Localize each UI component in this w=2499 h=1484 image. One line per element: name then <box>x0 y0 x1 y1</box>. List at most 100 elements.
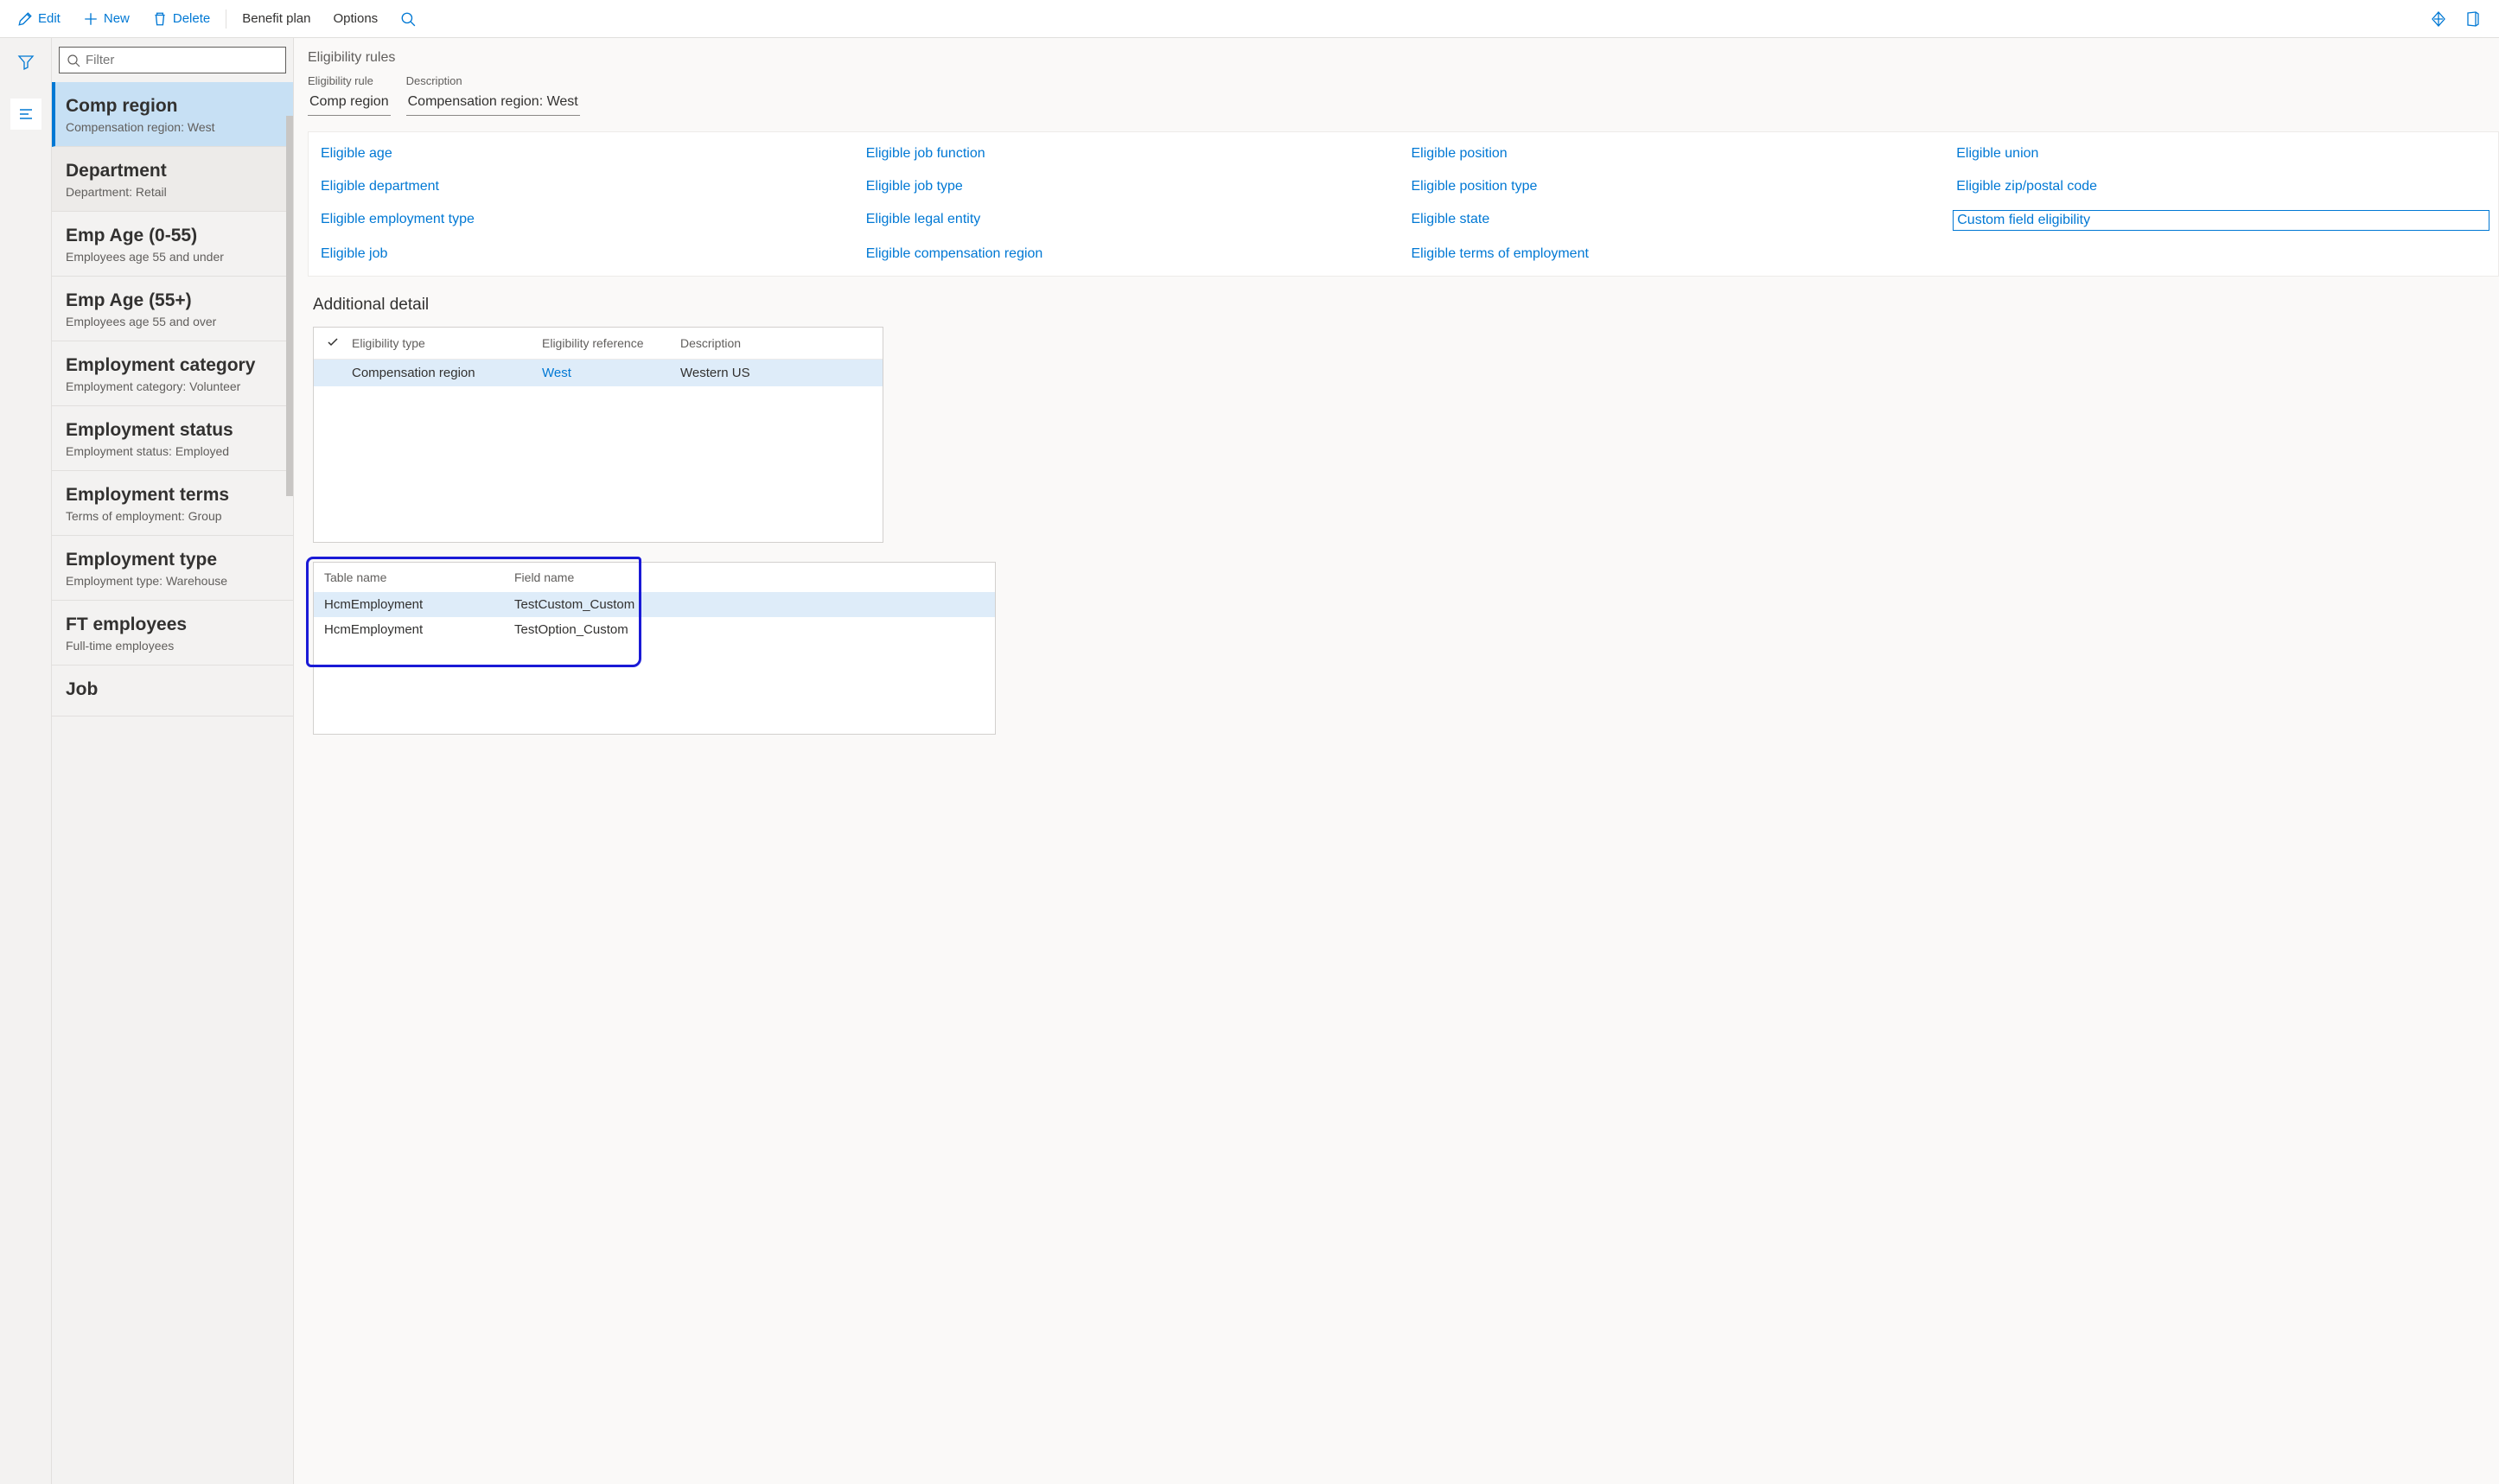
filter-input-container[interactable] <box>59 47 286 73</box>
edit-label: Edit <box>38 11 61 26</box>
eligible-position-type-link[interactable]: Eligible position type <box>1408 177 1945 196</box>
eligible-department-link[interactable]: Eligible department <box>317 177 854 196</box>
grid-header: Eligibility type Eligibility reference D… <box>314 328 883 360</box>
list-item-title: Employment type <box>66 550 279 570</box>
grid-header: Table name Field name <box>314 563 995 592</box>
eligible-position-link[interactable]: Eligible position <box>1408 144 1945 163</box>
list-item[interactable]: Employment category Employment category:… <box>52 341 293 406</box>
list-item-desc: Department: Retail <box>66 185 279 199</box>
eligibility-links-panel: Eligible age Eligible job function Eligi… <box>308 131 2499 277</box>
edit-icon <box>17 11 33 27</box>
list-view-button[interactable] <box>10 99 41 130</box>
new-button[interactable]: New <box>73 6 140 32</box>
list-item-desc: Employment status: Employed <box>66 444 279 458</box>
list-item[interactable]: Emp Age (0-55) Employees age 55 and unde… <box>52 212 293 277</box>
eligible-zip-link[interactable]: Eligible zip/postal code <box>1953 177 2489 196</box>
list-item-title: Department <box>66 161 279 182</box>
eligible-union-link[interactable]: Eligible union <box>1953 144 2489 163</box>
grid-row[interactable]: Compensation region West Western US <box>314 360 883 386</box>
options-button[interactable]: Options <box>322 6 388 31</box>
list-item-desc: Employees age 55 and over <box>66 315 279 328</box>
eligible-age-link[interactable]: Eligible age <box>317 144 854 163</box>
section-title: Eligibility rules <box>304 50 2499 66</box>
additional-detail-heading: Additional detail <box>304 277 2499 327</box>
list-item-desc: Terms of employment: Group <box>66 509 279 523</box>
list-item-desc: Full-time employees <box>66 639 279 653</box>
eligible-job-link[interactable]: Eligible job <box>317 245 854 264</box>
col-field-name[interactable]: Field name <box>514 570 985 584</box>
cell-table-name: HcmEmployment <box>324 622 514 637</box>
list-item-title: Job <box>66 679 279 700</box>
office-icon[interactable] <box>2464 10 2482 28</box>
custom-field-eligibility-link[interactable]: Custom field eligibility <box>1953 210 2489 231</box>
cell-table-name: HcmEmployment <box>324 597 514 612</box>
filter-input[interactable] <box>86 53 278 67</box>
delete-button[interactable]: Delete <box>142 6 220 32</box>
list-item[interactable]: FT employees Full-time employees <box>52 601 293 666</box>
search-icon <box>400 11 416 27</box>
scrollbar-thumb[interactable] <box>286 116 293 496</box>
grid-row[interactable]: HcmEmployment TestOption_Custom <box>314 617 995 642</box>
description-field: Description Compensation region: West <box>406 74 580 116</box>
eligible-job-function-link[interactable]: Eligible job function <box>863 144 1399 163</box>
edit-button[interactable]: Edit <box>7 6 71 32</box>
list-item-title: Employment category <box>66 355 279 376</box>
benefit-plan-button[interactable]: Benefit plan <box>232 6 321 31</box>
list-item-title: Employment status <box>66 420 279 441</box>
list-item-title: Employment terms <box>66 485 279 506</box>
list-item[interactable]: Emp Age (55+) Employees age 55 and over <box>52 277 293 341</box>
list-item-desc: Employment category: Volunteer <box>66 379 279 393</box>
list-item[interactable]: Department Department: Retail <box>52 147 293 212</box>
cell-eligibility-type: Compensation region <box>348 366 539 380</box>
custom-field-grid[interactable]: Table name Field name HcmEmployment Test… <box>313 562 996 735</box>
search-button[interactable] <box>390 6 426 32</box>
col-table-name[interactable]: Table name <box>324 570 514 584</box>
list-item-title: Emp Age (0-55) <box>66 226 279 246</box>
list-item-desc: Employment type: Warehouse <box>66 574 279 588</box>
col-description[interactable]: Description <box>677 336 883 350</box>
new-label: New <box>104 11 130 26</box>
list-item-title: Emp Age (55+) <box>66 290 279 311</box>
eligible-legal-entity-link[interactable]: Eligible legal entity <box>863 210 1399 231</box>
eligibility-rule-list[interactable]: Comp region Compensation region: West De… <box>52 82 293 1484</box>
eligibility-rule-field: Eligibility rule Comp region <box>308 74 391 116</box>
eligible-terms-employment-link[interactable]: Eligible terms of employment <box>1408 245 1945 264</box>
list-item-desc: Compensation region: West <box>66 120 279 134</box>
left-rail <box>0 38 52 1484</box>
list-item[interactable]: Employment type Employment type: Warehou… <box>52 536 293 601</box>
main-content: Eligibility rules Eligibility rule Comp … <box>294 38 2499 1484</box>
cell-field-name: TestOption_Custom <box>514 622 985 637</box>
cell-description: Western US <box>677 366 883 380</box>
eligible-compensation-region-link[interactable]: Eligible compensation region <box>863 245 1399 264</box>
search-icon <box>67 54 80 67</box>
list-item-title: Comp region <box>66 96 279 117</box>
list-item[interactable]: Comp region Compensation region: West <box>52 82 293 147</box>
list-item[interactable]: Job <box>52 666 293 717</box>
delete-label: Delete <box>173 11 210 26</box>
cell-eligibility-reference[interactable]: West <box>539 366 677 380</box>
list-item-title: FT employees <box>66 615 279 635</box>
plus-icon <box>83 11 99 27</box>
list-item-desc: Employees age 55 and under <box>66 250 279 264</box>
header-fields: Eligibility rule Comp region Description… <box>304 74 2499 116</box>
eligible-job-type-link[interactable]: Eligible job type <box>863 177 1399 196</box>
field-label: Eligibility rule <box>308 74 391 87</box>
eligible-employment-type-link[interactable]: Eligible employment type <box>317 210 854 231</box>
col-eligibility-reference[interactable]: Eligibility reference <box>539 336 677 350</box>
check-column-header[interactable] <box>314 336 348 350</box>
options-label: Options <box>333 11 378 26</box>
benefit-plan-label: Benefit plan <box>242 11 310 26</box>
col-eligibility-type[interactable]: Eligibility type <box>348 336 539 350</box>
list-item[interactable]: Employment terms Terms of employment: Gr… <box>52 471 293 536</box>
eligible-state-link[interactable]: Eligible state <box>1408 210 1945 231</box>
list-item[interactable]: Employment status Employment status: Emp… <box>52 406 293 471</box>
field-value[interactable]: Comp region <box>308 91 391 116</box>
diamond-icon[interactable] <box>2430 10 2447 28</box>
toolbar: Edit New Delete Benefit plan Options <box>0 0 2499 38</box>
field-value[interactable]: Compensation region: West <box>406 91 580 116</box>
funnel-filter-button[interactable] <box>10 47 41 78</box>
grid-row[interactable]: HcmEmployment TestCustom_Custom <box>314 592 995 617</box>
eligibility-detail-grid[interactable]: Eligibility type Eligibility reference D… <box>313 327 883 543</box>
field-label: Description <box>406 74 580 87</box>
sidebar: Comp region Compensation region: West De… <box>52 38 294 1484</box>
